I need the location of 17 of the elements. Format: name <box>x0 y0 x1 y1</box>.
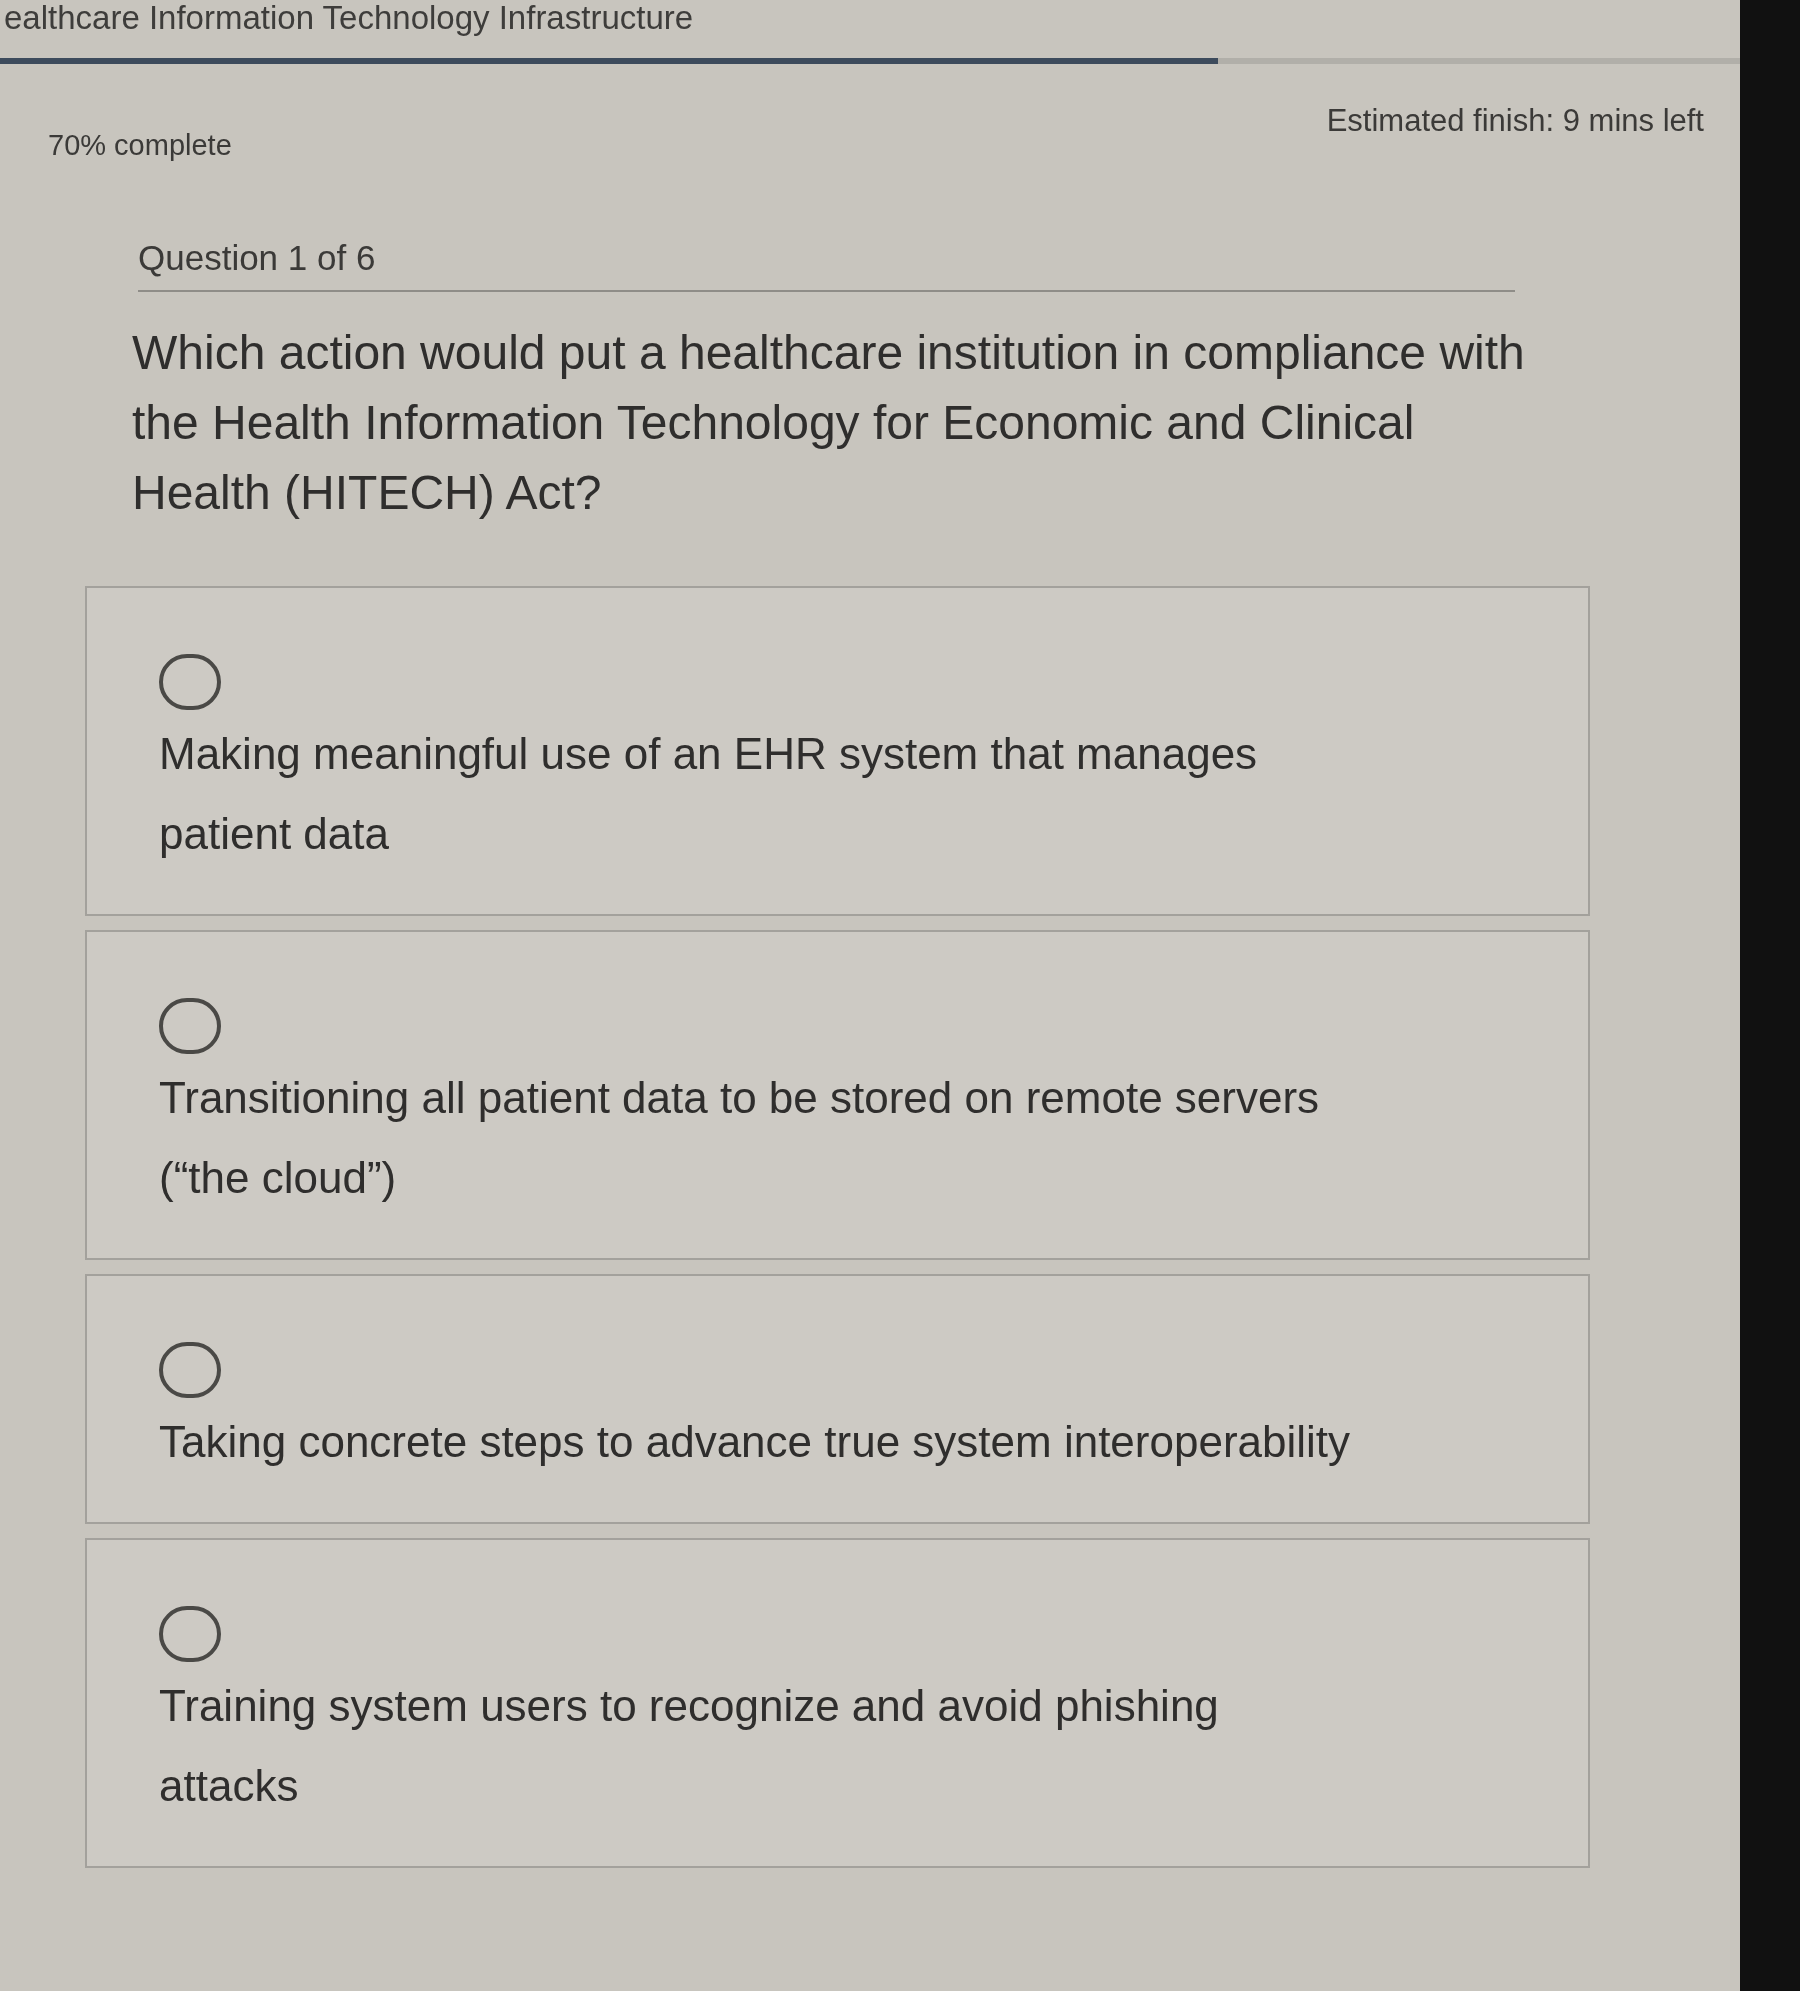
answer-option[interactable]: Training system users to recognize and avoid phishing attacks <box>85 1538 1590 1868</box>
radio-button[interactable] <box>159 1342 221 1398</box>
option-text: Taking concrete steps to advance true system interoperability <box>159 1416 1352 1468</box>
answer-option[interactable]: Taking concrete steps to advance true system interoperability <box>85 1274 1590 1524</box>
question-counter: Question 1 of 6 <box>138 237 376 277</box>
answer-option[interactable]: Making meaningful use of an EHR system that manages patient data <box>85 586 1590 916</box>
question-text: Which action would put a healthcare institution in compliance with the Health Information Technology for Economic and Clinical Health (HITECH) Act? <box>132 325 1526 521</box>
course-title: ealthcare Information Technology Infrastructure <box>4 0 694 36</box>
answer-option[interactable]: Transitioning all patient data to be stored on remote servers (“the cloud”) <box>85 930 1590 1260</box>
option-text: Training system users to recognize and avoid phishing attacks <box>159 1680 1220 1812</box>
radio-button[interactable] <box>159 1606 221 1662</box>
radio-button[interactable] <box>159 654 221 710</box>
progress-label: 70% complete <box>48 128 232 163</box>
option-text: Making meaningful use of an EHR system that manages patient data <box>159 728 1259 860</box>
estimated-finish: Estimated finish: 9 mins left <box>1326 102 1704 140</box>
option-text: Transitioning all patient data to be stored on remote servers (“the cloud”) <box>159 1072 1321 1204</box>
radio-button[interactable] <box>159 998 221 1054</box>
